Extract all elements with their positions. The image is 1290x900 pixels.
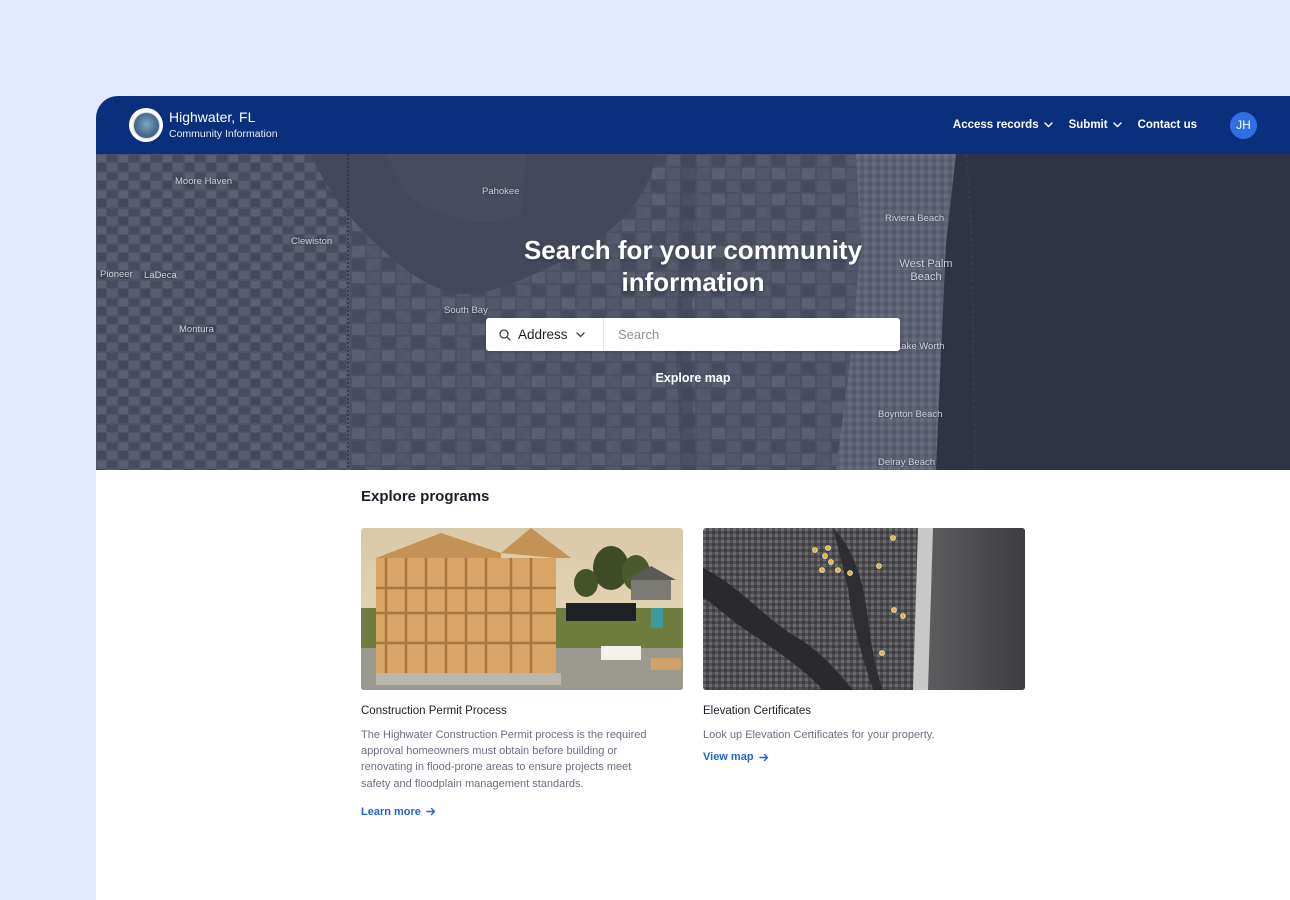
arrow-right-icon <box>758 753 768 761</box>
search-type-label: Address <box>518 327 568 342</box>
view-map-link[interactable]: View map <box>703 751 769 763</box>
search-bar: Address <box>486 318 900 351</box>
programs-title: Explore programs <box>361 488 490 505</box>
seal-icon <box>132 111 160 139</box>
arrow-right-icon <box>426 808 436 816</box>
search-type-select[interactable]: Address <box>486 318 604 351</box>
city-seal-logo[interactable] <box>129 108 163 142</box>
view-map-label: View map <box>703 751 754 764</box>
map-label: South Bay <box>444 305 488 316</box>
elevation-map-thumbnail[interactable] <box>703 528 1025 690</box>
explore-map-label: Explore map <box>655 371 731 385</box>
program-card: Elevation Certificates Look up Elevation… <box>703 528 1025 820</box>
card-title: Construction Permit Process <box>361 705 507 717</box>
chevron-down-icon <box>1043 122 1053 128</box>
nav-submit[interactable]: Submit <box>1069 119 1122 131</box>
map-label: Montura <box>179 324 214 335</box>
programs-section: Explore programs Construction Permit Pro… <box>361 488 1041 818</box>
map-label: Delray Beach <box>878 457 936 468</box>
aerial-map-image <box>703 528 1025 690</box>
map-label: Riviera Beach <box>885 213 945 224</box>
nav-access-records[interactable]: Access records <box>953 119 1053 131</box>
hero-title-text: Search for your community information <box>523 235 863 297</box>
top-header: Highwater, FL Community Information Acce… <box>96 96 1290 154</box>
app-window: Highwater, FL Community Information Acce… <box>96 96 1290 900</box>
program-cards: Construction Permit Process The Highwate… <box>361 528 1045 820</box>
card-title: Elevation Certificates <box>703 705 812 717</box>
nav-contact-us[interactable]: Contact us <box>1138 119 1197 131</box>
card-description: Look up Elevation Certificates for your … <box>703 729 935 741</box>
nav-access-records-label: Access records <box>952 119 1039 131</box>
brand-subtitle: Community Information <box>169 128 278 140</box>
learn-more-link[interactable]: Learn more <box>361 806 436 818</box>
learn-more-label: Learn more <box>361 805 421 818</box>
construction-photo[interactable] <box>361 528 683 690</box>
nav-contact-us-label: Contact us <box>1137 119 1197 131</box>
hero-title: Search for your community information <box>96 234 1290 298</box>
main-nav: Access records Submit Contact us JH <box>937 111 1257 139</box>
explore-map-link[interactable]: Explore map <box>96 371 1290 385</box>
hero-map-banner: Moore Haven Pahokee Riviera Beach Clewis… <box>96 154 1290 470</box>
user-avatar[interactable]: JH <box>1230 111 1257 139</box>
search-input[interactable] <box>604 318 900 351</box>
card-description: The Highwater Construction Permit proces… <box>361 729 647 790</box>
map-label: Lake Worth <box>896 341 945 352</box>
map-label: Pahokee <box>482 186 520 197</box>
satellite-map-background <box>96 154 1290 470</box>
program-card: Construction Permit Process The Highwate… <box>361 528 683 820</box>
brand[interactable]: Highwater, FL Community Information <box>169 109 278 141</box>
chevron-down-icon <box>575 331 585 337</box>
map-label: Boynton Beach <box>878 409 943 420</box>
construction-house-image <box>361 528 683 690</box>
brand-title: Highwater, FL <box>169 109 256 125</box>
map-label: Moore Haven <box>175 176 233 187</box>
search-icon <box>499 328 511 341</box>
chevron-down-icon <box>1112 122 1122 128</box>
nav-submit-label: Submit <box>1068 119 1108 131</box>
